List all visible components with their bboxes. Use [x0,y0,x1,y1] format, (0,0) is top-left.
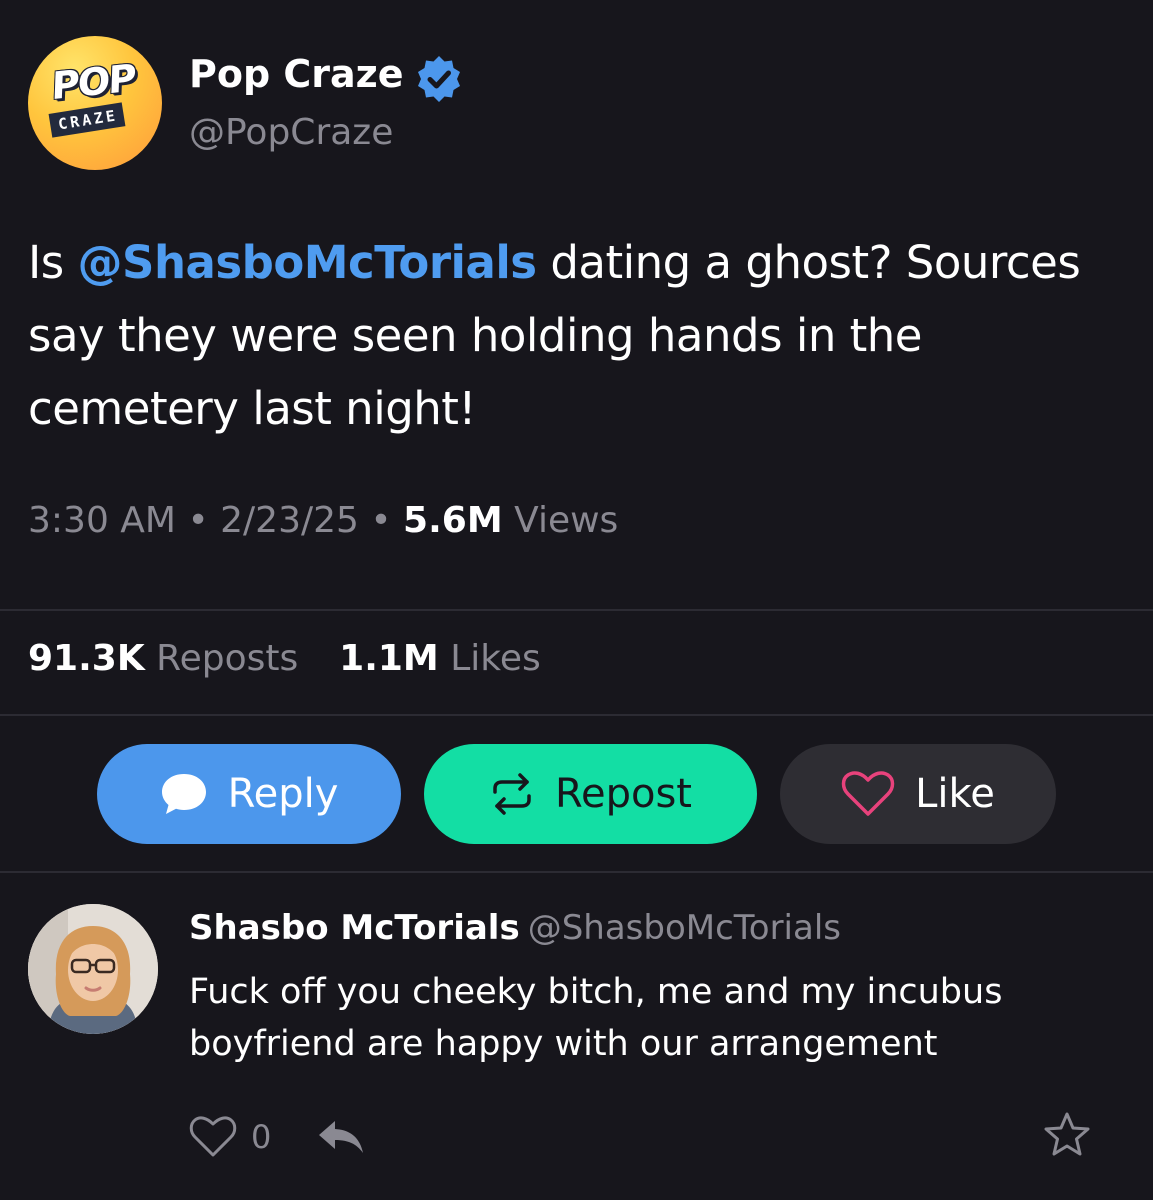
logo-craze-text: CRAZE [48,102,126,138]
speech-bubble-icon [160,772,208,816]
meta-separator: • [187,500,209,541]
like-button[interactable]: Like [780,744,1056,844]
post-date: 2/23/25 [220,500,359,541]
reply-like-count: 0 [251,1118,272,1156]
reply-author-handle: @ShasboMcTorials [527,908,841,948]
verified-badge-icon [418,56,460,102]
reposts-count: 91.3K [28,638,145,679]
divider [0,609,1153,611]
post-text: Is @ShasboMcTorials dating a ghost? Sour… [28,226,1128,445]
views-label: Views [514,500,619,541]
reposts-stat[interactable]: 91.3K Reposts [28,638,298,679]
pop-craze-logo[interactable]: POP CRAZE [28,36,162,170]
reply-author-name: Shasbo McTorials [189,908,520,948]
reply-button-label: Reply [227,771,339,817]
heart-outline-icon [841,770,895,818]
post-stats: 91.3K Reposts 1.1M Likes [28,638,541,679]
repost-button-label: Repost [555,771,692,817]
likes-count: 1.1M [339,638,439,679]
reposts-label: Reposts [156,638,299,679]
reply-actions: 0 [189,1114,367,1160]
reply-text: Fuck off you cheeky bitch, me and my inc… [189,972,1003,1064]
author-handle[interactable]: @PopCraze [189,112,393,153]
post-text-prefix: Is [28,236,78,289]
meta-separator: • [370,500,392,541]
mention-link[interactable]: @ShasboMcTorials [78,236,538,289]
divider [0,714,1153,716]
post-time: 3:30 AM [28,500,176,541]
post-meta: 3:30 AM • 2/23/25 • 5.6M Views [28,500,618,541]
repost-arrows-icon [489,772,535,816]
logo-pop-text: POP [50,55,136,109]
author-name[interactable]: Pop Craze [189,52,404,96]
divider [0,871,1153,873]
reply-author[interactable]: Shasbo McTorials @ShasboMcTorials [189,908,841,948]
views-count: 5.6M [403,500,503,541]
repost-button[interactable]: Repost [424,744,757,844]
like-button-label: Like [915,771,995,817]
avatar[interactable] [28,904,158,1034]
star-outline-icon[interactable] [1042,1110,1092,1160]
post-header: POP CRAZE Pop Craze @PopCraze [28,36,1128,176]
reply-arrow-icon[interactable] [315,1117,367,1157]
heart-outline-icon[interactable] [189,1115,237,1159]
reply-item: Shasbo McTorials @ShasboMcTorials Fuck of… [0,874,1153,1200]
likes-stat[interactable]: 1.1M Likes [339,638,541,679]
likes-label: Likes [450,638,541,679]
reply-button[interactable]: Reply [97,744,401,844]
